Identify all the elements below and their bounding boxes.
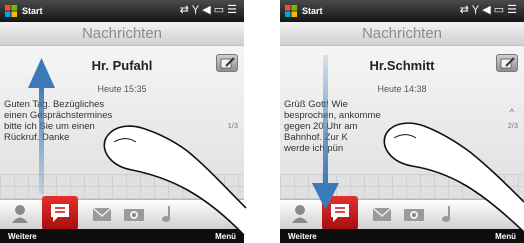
finger-icon [383,122,524,233]
gesture-overlay [28,55,524,236]
swipe-up-arrow-icon [28,58,55,194]
finger-icon [103,125,247,236]
swipe-down-arrow-icon [312,55,339,210]
